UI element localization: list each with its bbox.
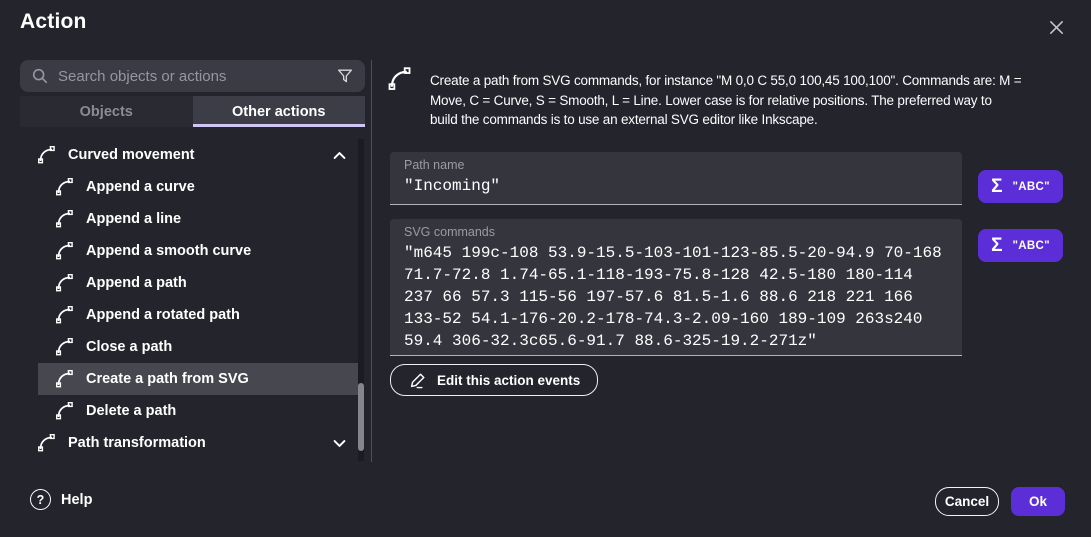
chevron-up-icon[interactable]: [333, 151, 346, 160]
search-bar: [20, 60, 365, 92]
panel-divider: [371, 60, 372, 462]
list-item-label: Append a path: [86, 275, 187, 291]
expression-builder-label: "ABC": [1013, 181, 1050, 193]
curve-icon: [54, 273, 74, 293]
tab-other-actions-label: Other actions: [232, 104, 325, 120]
curve-icon: [36, 433, 56, 453]
curve-icon: [54, 241, 74, 261]
list-item-label: Append a rotated path: [86, 307, 240, 323]
close-icon: [1047, 18, 1066, 37]
path-name-label: Path name: [404, 158, 948, 172]
search-icon: [31, 67, 49, 85]
curve-icon: [54, 209, 74, 229]
curve-icon: [54, 401, 74, 421]
help-icon: ?: [30, 489, 51, 510]
list-item-append-a-rotated-path[interactable]: Append a rotated path: [38, 299, 358, 331]
pencil-icon: [408, 371, 427, 390]
list-item-label: Delete a path: [86, 403, 176, 419]
path-name-field[interactable]: Path name "Incoming": [390, 152, 962, 205]
tab-objects-label: Objects: [80, 104, 133, 120]
help-label: Help: [61, 492, 92, 508]
list-item-label: Append a smooth curve: [86, 243, 251, 259]
expression-builder-button-svg-commands[interactable]: Σ "ABC": [978, 229, 1063, 262]
path-name-value[interactable]: "Incoming": [404, 175, 948, 197]
list-item-label: Append a curve: [86, 179, 195, 195]
list-item-path-transformation[interactable]: Path transformation: [20, 427, 358, 459]
curve-icon: [54, 337, 74, 357]
tab-bar: Objects Other actions: [20, 96, 365, 127]
page-title: Action: [20, 10, 87, 34]
list-item-append-a-curve[interactable]: Append a curve: [38, 171, 358, 203]
tab-objects[interactable]: Objects: [20, 96, 193, 127]
curve-icon: [54, 177, 74, 197]
list-item-curved-movement[interactable]: Curved movement: [20, 139, 358, 171]
list-item-delete-a-path[interactable]: Delete a path: [38, 395, 358, 427]
action-dialog: Action Objects Other actions Curved move…: [0, 0, 1091, 537]
sigma-icon: Σ: [991, 177, 1002, 196]
list-item-label: Create a path from SVG: [86, 371, 249, 387]
expression-builder-button-path-name[interactable]: Σ "ABC": [978, 170, 1063, 203]
svg-commands-field[interactable]: SVG commands "m645 199c-108 53.9-15.5-10…: [390, 219, 962, 356]
filter-icon[interactable]: [336, 67, 354, 85]
cancel-button[interactable]: Cancel: [935, 487, 999, 516]
list-item-label: Path transformation: [68, 435, 206, 451]
svg-commands-value[interactable]: "m645 199c-108 53.9-15.5-103-101-123-85.…: [404, 242, 948, 352]
list-item-create-a-path-from-svg[interactable]: Create a path from SVG: [38, 363, 358, 395]
actions-list: Curved movement Append a curve Append a …: [20, 139, 358, 459]
search-input[interactable]: [58, 68, 327, 85]
sigma-icon: Σ: [991, 236, 1002, 255]
curve-icon: [54, 305, 74, 325]
list-item-append-a-line[interactable]: Append a line: [38, 203, 358, 235]
action-description: Create a path from SVG commands, for ins…: [430, 71, 1021, 130]
svg-commands-label: SVG commands: [404, 225, 948, 239]
edit-action-events-label: Edit this action events: [437, 373, 580, 388]
curve-icon: [36, 145, 56, 165]
list-item-append-a-smooth-curve[interactable]: Append a smooth curve: [38, 235, 358, 267]
curve-icon: [54, 369, 74, 389]
edit-action-events-button[interactable]: Edit this action events: [390, 364, 598, 396]
list-item-label: Append a line: [86, 211, 181, 227]
close-button[interactable]: [1041, 12, 1071, 42]
list-item-close-a-path[interactable]: Close a path: [38, 331, 358, 363]
list-item-label: Curved movement: [68, 147, 195, 163]
list-item-append-a-path[interactable]: Append a path: [38, 267, 358, 299]
expression-builder-label: "ABC": [1013, 240, 1050, 252]
list-item-label: Close a path: [86, 339, 172, 355]
ok-button[interactable]: Ok: [1011, 487, 1065, 516]
help-link[interactable]: ? Help: [30, 489, 92, 510]
curved-movement-children: Append a curve Append a line Append a sm…: [38, 171, 358, 427]
chevron-down-icon[interactable]: [333, 439, 346, 448]
curve-icon: [386, 66, 412, 92]
tab-other-actions[interactable]: Other actions: [193, 96, 366, 127]
list-scrollbar-thumb[interactable]: [358, 383, 364, 451]
